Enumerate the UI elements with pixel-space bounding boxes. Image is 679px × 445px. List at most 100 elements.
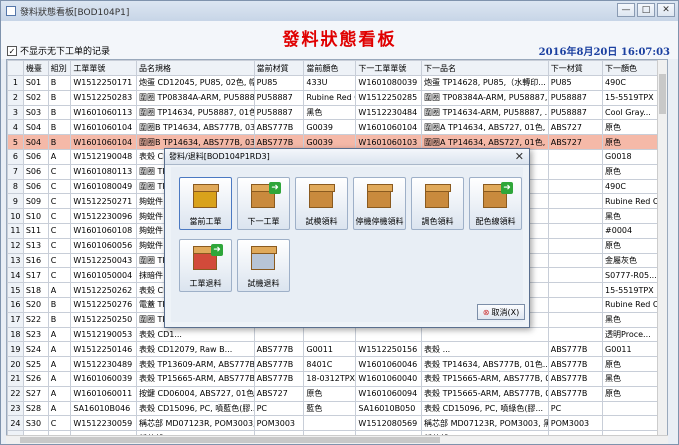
- hscroll-thumb[interactable]: [20, 437, 440, 443]
- table-cell[interactable]: S06: [22, 178, 49, 195]
- table-cell[interactable]: S09: [22, 193, 49, 210]
- dialog-button-1[interactable]: 當前工單: [179, 177, 232, 230]
- table-cell[interactable]: [253, 326, 305, 343]
- table-cell[interactable]: 表殼 CD15096, PC, 噴綠色(膠...: [421, 400, 549, 417]
- table-cell[interactable]: 按鍵 CD06004, ABS727, 01色, 帽...: [135, 385, 255, 402]
- table-cell[interactable]: 表殼 TP15665-ARM, ABS777B, 0...: [135, 370, 255, 387]
- dialog-button-5[interactable]: 調色領料: [411, 177, 464, 230]
- table-cell[interactable]: 表殼 CD1...: [135, 326, 255, 343]
- table-cell[interactable]: A: [47, 326, 72, 343]
- table-cell[interactable]: ABS777B: [547, 356, 604, 372]
- table-cell[interactable]: C: [47, 193, 72, 210]
- table-cell[interactable]: 圍圈 TP08384A-ARM, PU58887, ...: [135, 89, 255, 106]
- table-cell[interactable]: 稱芯部 MD07123R, POM3003, 黑...: [135, 415, 255, 432]
- table-cell[interactable]: [547, 178, 604, 195]
- dialog-button-2[interactable]: ➜ 下一工單: [237, 177, 290, 230]
- table-row[interactable]: 22 S27 A W1601060011 按鍵 CD06004, ABS727, 01色…: [7, 385, 667, 402]
- table-cell[interactable]: 炮蛋 CD12045, PU85, 02色, 帽4: [135, 75, 255, 91]
- table-cell[interactable]: A: [47, 341, 72, 358]
- table-cell[interactable]: B: [47, 119, 72, 136]
- dialog-button-4[interactable]: 停機停機領料: [353, 177, 406, 230]
- table-cell[interactable]: A: [47, 282, 72, 298]
- row-indicator[interactable]: 16: [7, 296, 24, 313]
- table-cell[interactable]: 稱芯部 MD07123R, POM3003, 黑...: [421, 415, 549, 432]
- table-cell[interactable]: G0039: [303, 119, 357, 136]
- table-row[interactable]: 20 S25 A W1512230489 表殼 TP13609-ARM, ABS777B…: [7, 356, 667, 372]
- table-cell[interactable]: S27: [22, 385, 49, 402]
- table-cell[interactable]: ABS777B: [253, 119, 305, 136]
- table-cell[interactable]: S03: [22, 104, 49, 121]
- table-cell[interactable]: 圍圈 TP14634, PU58887, 01色...: [135, 104, 255, 121]
- row-indicator[interactable]: 2: [7, 89, 24, 106]
- table-cell[interactable]: W1512250250: [70, 311, 137, 328]
- table-cell[interactable]: POM3003: [253, 415, 305, 432]
- column-header[interactable]: 品名規格: [135, 60, 255, 76]
- table-row[interactable]: 24 S30 C W1512230059 稱芯部 MD07123R, POM3003, …: [7, 415, 667, 432]
- row-indicator[interactable]: 12: [7, 237, 24, 254]
- table-row[interactable]: 3 S03 B W1601060113 圍圈 TP14634, PU58887, 01色…: [7, 104, 667, 121]
- table-cell[interactable]: W1601060046: [355, 356, 423, 372]
- table-cell[interactable]: S26: [22, 370, 49, 387]
- minimize-button[interactable]: —: [617, 3, 635, 17]
- table-cell[interactable]: C: [47, 178, 72, 195]
- table-cell[interactable]: W1601060040: [355, 370, 423, 387]
- dialog-button-8[interactable]: 試機退料: [237, 239, 290, 292]
- table-cell[interactable]: A: [47, 148, 72, 165]
- table-cell[interactable]: S04: [22, 119, 49, 136]
- table-cell[interactable]: W1512230484: [355, 104, 423, 121]
- table-cell[interactable]: [547, 208, 604, 224]
- row-indicator[interactable]: 1: [7, 75, 24, 91]
- table-cell[interactable]: S24: [22, 341, 49, 358]
- table-cell[interactable]: S02: [22, 89, 49, 106]
- table-cell[interactable]: S06: [22, 163, 49, 180]
- table-cell[interactable]: [547, 163, 604, 180]
- table-cell[interactable]: 圍圈A TP14634, ABS727, 01色, ...: [421, 119, 549, 136]
- horizontal-scrollbar[interactable]: [6, 435, 668, 444]
- table-cell[interactable]: [547, 311, 604, 328]
- table-cell[interactable]: C: [47, 208, 72, 224]
- table-cell[interactable]: SA16010B050: [355, 400, 423, 417]
- column-header[interactable]: [7, 60, 24, 76]
- dialog-button-3[interactable]: 試模領料: [295, 177, 348, 230]
- table-cell[interactable]: W1512080569: [355, 415, 423, 432]
- column-header[interactable]: 工單單號: [70, 60, 137, 76]
- table-cell[interactable]: C: [47, 252, 72, 269]
- table-cell[interactable]: S18: [22, 282, 49, 298]
- table-cell[interactable]: W1601060011: [70, 385, 137, 402]
- row-indicator[interactable]: 18: [7, 326, 24, 343]
- column-header[interactable]: 下一品名: [421, 60, 549, 76]
- row-indicator[interactable]: 10: [7, 208, 24, 224]
- table-cell[interactable]: [547, 267, 604, 284]
- table-cell[interactable]: W1601060104: [70, 134, 137, 150]
- table-cell[interactable]: 表殼 CD12079, Raw B...: [135, 341, 255, 358]
- table-cell[interactable]: B: [47, 296, 72, 313]
- table-cell[interactable]: 表殼 TP15665-ARM, ABS777B, 0...: [421, 385, 549, 402]
- column-header[interactable]: 機臺: [22, 60, 49, 76]
- table-cell[interactable]: PU58887: [253, 104, 305, 121]
- table-cell[interactable]: A: [47, 385, 72, 402]
- table-cell[interactable]: S04: [22, 134, 49, 150]
- table-cell[interactable]: W1512250271: [70, 193, 137, 210]
- column-header[interactable]: 組別: [47, 60, 72, 76]
- table-cell[interactable]: S28: [22, 400, 49, 417]
- table-cell[interactable]: W1601060094: [355, 385, 423, 402]
- table-cell[interactable]: W1512190053: [70, 326, 137, 343]
- table-cell[interactable]: [547, 222, 604, 239]
- column-header[interactable]: 下一工單單號: [355, 60, 423, 76]
- row-indicator[interactable]: 8: [7, 178, 24, 195]
- table-cell[interactable]: 黑色: [303, 104, 357, 121]
- table-cell[interactable]: S13: [22, 237, 49, 254]
- table-cell[interactable]: W1512250156: [355, 341, 423, 358]
- row-indicator[interactable]: 7: [7, 163, 24, 180]
- table-cell[interactable]: 8401C: [303, 356, 357, 372]
- table-cell[interactable]: [547, 326, 604, 343]
- table-cell[interactable]: C: [47, 237, 72, 254]
- row-indicator[interactable]: 17: [7, 311, 24, 328]
- table-cell[interactable]: A: [47, 400, 72, 417]
- table-cell[interactable]: S06: [22, 148, 49, 165]
- table-cell[interactable]: [303, 415, 357, 432]
- row-indicator[interactable]: 9: [7, 193, 24, 210]
- table-cell[interactable]: [547, 193, 604, 210]
- dialog-close-icon[interactable]: ✕: [515, 150, 524, 163]
- table-cell[interactable]: ABS777B: [547, 370, 604, 387]
